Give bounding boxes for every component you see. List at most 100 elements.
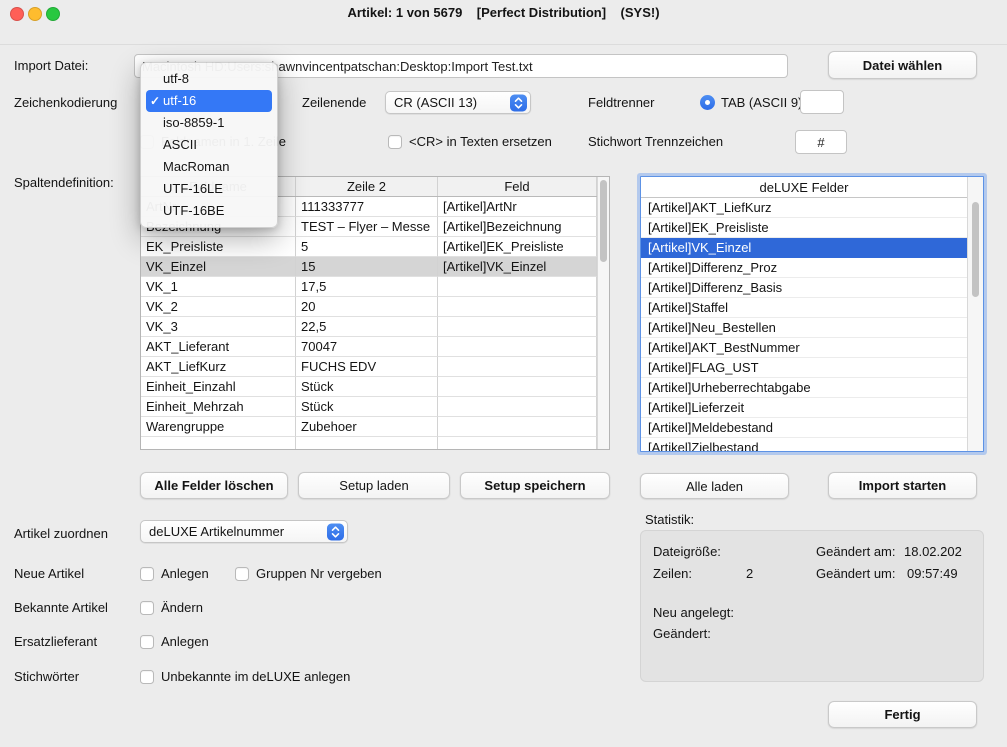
menu-item-utf-8[interactable]: utf-8 [141, 68, 277, 90]
cell-zeile2[interactable]: 20 [296, 297, 438, 317]
cell-feldname[interactable] [141, 437, 296, 449]
save-setup-button[interactable]: Setup speichern [460, 472, 610, 499]
changed-at-value: 09:57:49 [907, 566, 958, 582]
line-end-popup[interactable]: CR (ASCII 13) [385, 91, 531, 114]
cell-feld[interactable]: [Artikel]EK_Preisliste [438, 237, 597, 257]
menu-item-iso-8859-1[interactable]: iso-8859-1 [141, 112, 277, 134]
cell-feld[interactable] [438, 397, 597, 417]
cr-replace-checkbox[interactable] [388, 135, 402, 149]
menu-item-utf-16[interactable]: ✓ utf-16 [146, 90, 272, 112]
cell-feldname[interactable]: Warengruppe [141, 417, 296, 437]
keyword-separator-input[interactable] [795, 130, 847, 154]
menu-item-utf-16be[interactable]: UTF-16BE [141, 200, 277, 222]
cell-feld[interactable] [438, 437, 597, 449]
cell-feld[interactable] [438, 297, 597, 317]
known-articles-label: Bekannte Artikel [14, 600, 108, 616]
deluxe-field-item[interactable]: [Artikel]Differenz_Basis [641, 278, 967, 298]
cell-zeile2[interactable]: Stück [296, 397, 438, 417]
table-row[interactable]: VK_1 17,5 [141, 277, 597, 297]
scrollbar-thumb[interactable] [972, 202, 979, 297]
load-all-button[interactable]: Alle laden [640, 473, 789, 499]
deluxe-field-item[interactable]: [Artikel]Zielbestand [641, 438, 967, 451]
keywords-create-label: Unbekannte im deLUXE anlegen [161, 669, 350, 685]
cell-feld[interactable] [438, 337, 597, 357]
deluxe-field-item[interactable]: [Artikel]Meldebestand [641, 418, 967, 438]
menu-item-ascii[interactable]: ASCII [141, 134, 277, 156]
deluxe-field-item[interactable]: [Artikel]AKT_BestNummer [641, 338, 967, 358]
table-row[interactable]: VK_3 22,5 [141, 317, 597, 337]
deluxe-field-item[interactable]: [Artikel]FLAG_UST [641, 358, 967, 378]
cell-feld[interactable]: [Artikel]VK_Einzel [438, 257, 597, 277]
cell-zeile2[interactable]: FUCHS EDV [296, 357, 438, 377]
menu-item-macroman[interactable]: MacRoman [141, 156, 277, 178]
cell-feldname[interactable]: AKT_Lieferant [141, 337, 296, 357]
deluxe-field-item[interactable]: [Artikel]Differenz_Proz [641, 258, 967, 278]
choose-file-button[interactable]: Datei wählen [828, 51, 977, 79]
start-import-button[interactable]: Import starten [828, 472, 977, 499]
menu-item-utf-16le[interactable]: UTF-16LE [141, 178, 277, 200]
cell-zeile2[interactable]: Zubehoer [296, 417, 438, 437]
cell-feld[interactable] [438, 417, 597, 437]
cell-feldname[interactable]: VK_2 [141, 297, 296, 317]
changed-at-label: Geändert um: [816, 566, 896, 582]
cell-zeile2[interactable]: 111333777 [296, 197, 438, 217]
cell-feld[interactable] [438, 377, 597, 397]
done-button[interactable]: Fertig [828, 701, 977, 728]
cell-zeile2[interactable]: 5 [296, 237, 438, 257]
deluxe-field-item-selected[interactable]: [Artikel]VK_Einzel [641, 238, 967, 258]
cell-feldname[interactable]: AKT_LiefKurz [141, 357, 296, 377]
cell-zeile2[interactable] [296, 437, 438, 449]
keywords-create-checkbox[interactable] [140, 670, 154, 684]
new-articles-create-checkbox[interactable] [140, 567, 154, 581]
deluxe-field-item[interactable]: [Artikel]Urheberrechtabgabe [641, 378, 967, 398]
known-articles-change-checkbox[interactable] [140, 601, 154, 615]
table-row[interactable]: Einheit_Mehrzah Stück [141, 397, 597, 417]
assign-article-popup[interactable]: deLUXE Artikelnummer [140, 520, 348, 543]
table-row[interactable]: EK_Preisliste 5 [Artikel]EK_Preisliste [141, 237, 597, 257]
tab-radio[interactable] [700, 95, 715, 110]
cell-zeile2[interactable]: Stück [296, 377, 438, 397]
table-row[interactable]: VK_2 20 [141, 297, 597, 317]
table-row[interactable]: Warengruppe Zubehoer [141, 417, 597, 437]
cell-zeile2[interactable]: 70047 [296, 337, 438, 357]
cell-feldname[interactable]: EK_Preisliste [141, 237, 296, 257]
table-row[interactable]: Einheit_Einzahl Stück [141, 377, 597, 397]
table-row-selected[interactable]: VK_Einzel 15 [Artikel]VK_Einzel [141, 257, 597, 277]
field-separator-label: Feldtrenner [588, 95, 654, 111]
table-row[interactable]: AKT_Lieferant 70047 [141, 337, 597, 357]
cell-feld[interactable]: [Artikel]Bezeichnung [438, 217, 597, 237]
substitute-supplier-label: Ersatzlieferant [14, 634, 97, 650]
cell-feldname[interactable]: Einheit_Einzahl [141, 377, 296, 397]
scrollbar-thumb[interactable] [600, 180, 607, 262]
deluxe-field-item[interactable]: [Artikel]Lieferzeit [641, 398, 967, 418]
field-separator-input[interactable] [800, 90, 844, 114]
group-nr-checkbox[interactable] [235, 567, 249, 581]
cell-feld[interactable]: [Artikel]ArtNr [438, 197, 597, 217]
tab-radio-label: TAB (ASCII 9) [721, 95, 802, 111]
load-setup-button[interactable]: Setup laden [298, 472, 450, 499]
cell-zeile2[interactable]: 15 [296, 257, 438, 277]
deluxe-field-item[interactable]: [Artikel]Neu_Bestellen [641, 318, 967, 338]
table-vertical-scrollbar[interactable] [597, 177, 609, 449]
cell-feldname[interactable]: VK_3 [141, 317, 296, 337]
table-row[interactable]: AKT_LiefKurz FUCHS EDV [141, 357, 597, 377]
cell-feldname[interactable]: VK_1 [141, 277, 296, 297]
cell-feldname[interactable]: VK_Einzel [141, 257, 296, 277]
deluxe-field-item[interactable]: [Artikel]EK_Preisliste [641, 218, 967, 238]
deluxe-vertical-scrollbar[interactable] [967, 177, 983, 451]
deluxe-field-item[interactable]: [Artikel]AKT_LiefKurz [641, 198, 967, 218]
cell-feldname[interactable]: Einheit_Mehrzah [141, 397, 296, 417]
table-row[interactable] [141, 437, 597, 449]
assign-article-label: Artikel zuordnen [14, 526, 108, 542]
cell-zeile2[interactable]: TEST – Flyer – Messe [296, 217, 438, 237]
file-size-label: Dateigröße: [653, 544, 721, 560]
substitute-supplier-create-checkbox[interactable] [140, 635, 154, 649]
cell-zeile2[interactable]: 17,5 [296, 277, 438, 297]
cell-feld[interactable] [438, 277, 597, 297]
cell-zeile2[interactable]: 22,5 [296, 317, 438, 337]
deluxe-field-item[interactable]: [Artikel]Staffel [641, 298, 967, 318]
lines-label: Zeilen: [653, 566, 692, 582]
cell-feld[interactable] [438, 317, 597, 337]
clear-all-fields-button[interactable]: Alle Felder löschen [140, 472, 288, 499]
cell-feld[interactable] [438, 357, 597, 377]
